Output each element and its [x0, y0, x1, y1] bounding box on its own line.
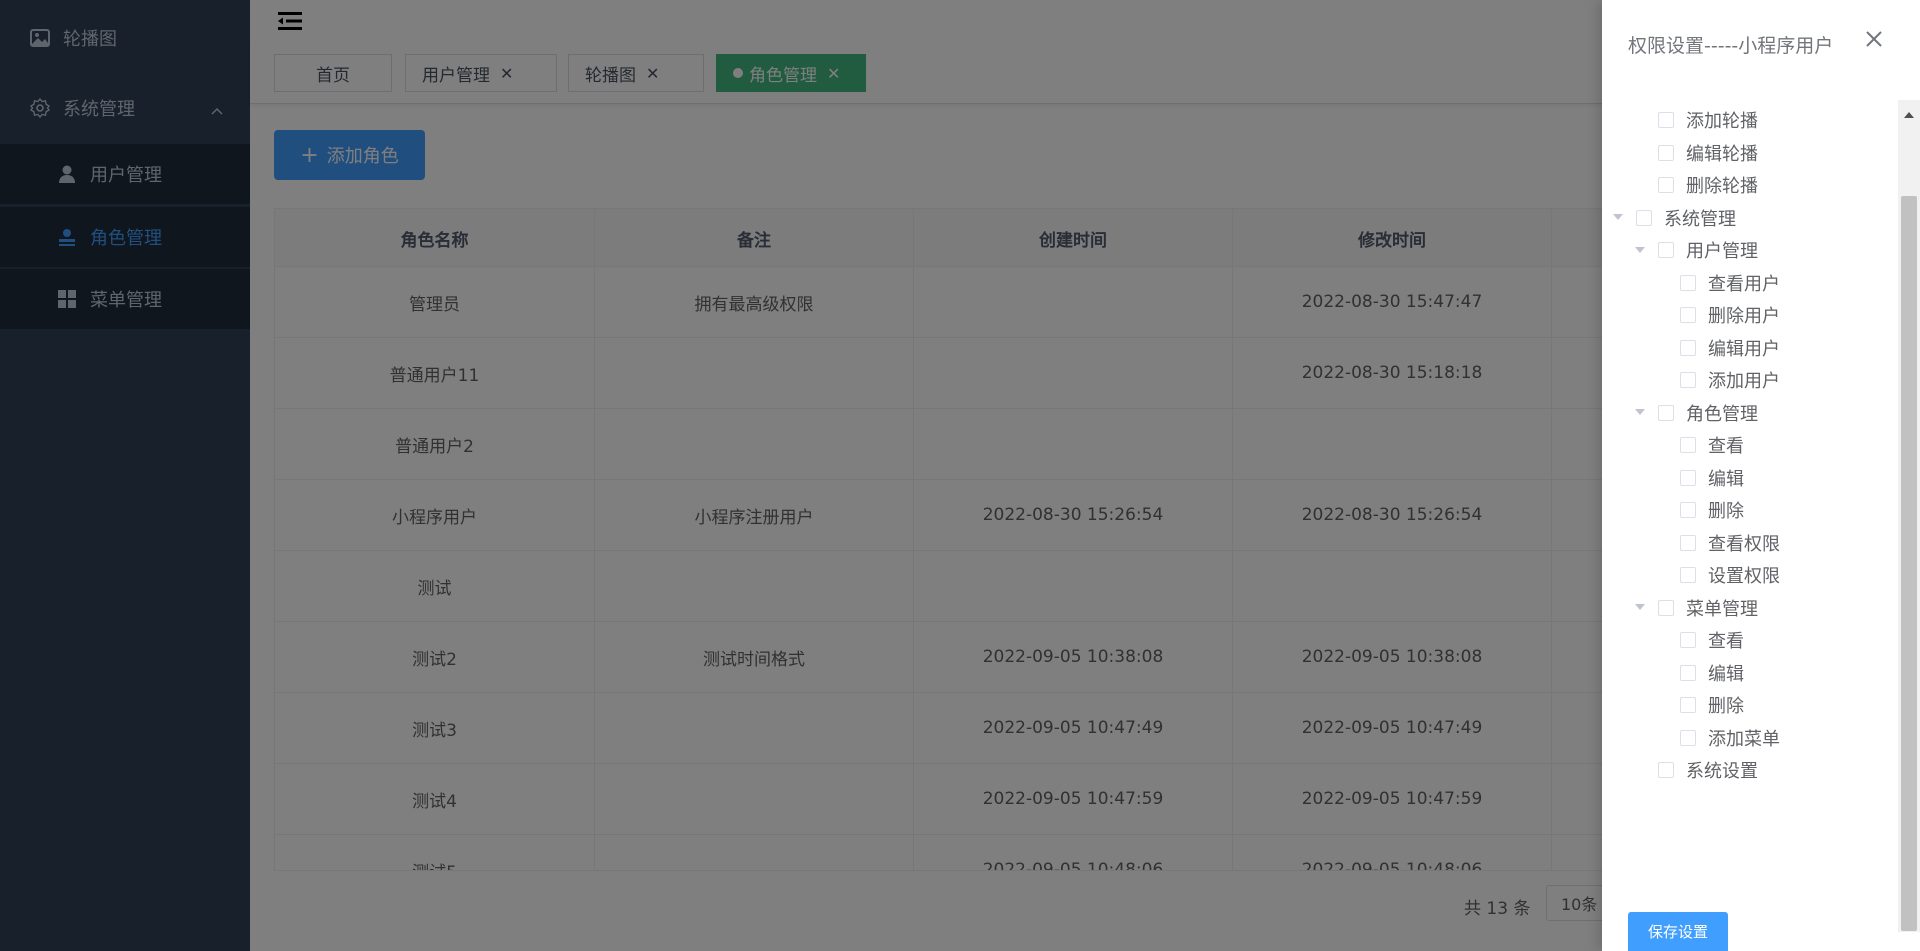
close-icon[interactable]: [1864, 29, 1888, 53]
tree-node-label: 编辑: [1708, 468, 1744, 490]
save-settings-label: 保存设置: [1647, 923, 1708, 941]
tree-node-label: 删除: [1708, 501, 1744, 522]
permission-checkbox[interactable]: [1658, 404, 1674, 421]
tree-node-label: 编辑用户: [1708, 338, 1780, 360]
permission-checkbox[interactable]: [1680, 664, 1696, 681]
tree-node-label: 设置权限: [1708, 566, 1780, 587]
permission-checkbox[interactable]: [1658, 762, 1674, 778]
permission-checkbox[interactable]: [1680, 697, 1696, 713]
tree-node[interactable]: 查看权限: [1656, 527, 1780, 559]
tree-node-label: 添加轮播: [1686, 111, 1758, 132]
caret-down-icon[interactable]: [1612, 212, 1624, 224]
tree-node-label: 删除: [1708, 696, 1744, 717]
tree-node[interactable]: 用户管理: [1634, 234, 1758, 266]
permission-checkbox[interactable]: [1680, 307, 1696, 323]
tree-node-label: 删除用户: [1708, 306, 1780, 327]
caret-down-icon[interactable]: [1634, 407, 1646, 419]
tree-node-label: 系统设置: [1686, 761, 1758, 782]
permission-checkbox[interactable]: [1680, 372, 1696, 388]
permission-tree: 添加轮播编辑轮播删除轮播系统管理用户管理查看用户删除用户编辑用户添加用户角色管理…: [1602, 100, 1898, 930]
tree-node-label: 删除轮播: [1686, 176, 1758, 197]
scroll-up-icon[interactable]: [1903, 104, 1915, 118]
permission-checkbox[interactable]: [1680, 437, 1696, 453]
tree-node[interactable]: 编辑: [1656, 462, 1744, 494]
tree-node-label: 查看权限: [1708, 533, 1780, 555]
tree-node[interactable]: 设置权限: [1656, 559, 1780, 591]
permission-checkbox[interactable]: [1636, 209, 1652, 226]
tree-node-label: 查看: [1708, 436, 1744, 457]
permission-checkbox[interactable]: [1680, 632, 1696, 648]
permission-checkbox[interactable]: [1658, 177, 1674, 193]
tree-node-label: 添加菜单: [1708, 728, 1780, 750]
tree-node[interactable]: 添加用户: [1656, 364, 1780, 396]
save-settings-button[interactable]: 保存设置: [1628, 912, 1728, 951]
drawer-mask[interactable]: [0, 0, 1602, 951]
tree-node-label: 系统管理: [1664, 208, 1736, 230]
tree-node[interactable]: 编辑用户: [1656, 332, 1780, 364]
permission-checkbox[interactable]: [1658, 242, 1674, 258]
tree-node[interactable]: 系统管理: [1612, 202, 1736, 234]
tree-node[interactable]: 删除: [1656, 689, 1744, 721]
caret-down-icon[interactable]: [1634, 602, 1646, 614]
permission-checkbox[interactable]: [1680, 567, 1696, 583]
permission-checkbox[interactable]: [1680, 534, 1696, 551]
tree-node-label: 用户管理: [1686, 241, 1758, 262]
tree-node[interactable]: 查看用户: [1656, 267, 1780, 299]
caret-down-icon[interactable]: [1634, 244, 1646, 256]
permission-checkbox[interactable]: [1658, 599, 1674, 616]
tree-node[interactable]: 添加菜单: [1656, 722, 1780, 754]
permission-checkbox[interactable]: [1680, 339, 1696, 356]
tree-node[interactable]: 查看: [1656, 624, 1744, 656]
tree-node[interactable]: 添加轮播: [1634, 104, 1758, 136]
tree-node-label: 编辑轮播: [1686, 143, 1758, 165]
permission-checkbox[interactable]: [1680, 502, 1696, 518]
tree-node-label: 菜单管理: [1686, 598, 1758, 620]
tree-node-label: 查看用户: [1708, 273, 1780, 295]
tree-node[interactable]: 编辑轮播: [1634, 137, 1758, 169]
tree-node[interactable]: 编辑: [1656, 657, 1744, 689]
scrollbar-thumb[interactable]: [1901, 196, 1917, 931]
permission-checkbox[interactable]: [1658, 144, 1674, 161]
permission-checkbox[interactable]: [1680, 469, 1696, 486]
tree-node[interactable]: 删除: [1656, 494, 1744, 526]
permission-checkbox[interactable]: [1658, 112, 1674, 128]
drawer-title: 权限设置-----小程序用户: [1628, 35, 1834, 57]
tree-node-label: 编辑: [1708, 663, 1744, 685]
tree-node-label: 角色管理: [1686, 403, 1758, 425]
tree-node[interactable]: 菜单管理: [1634, 592, 1758, 624]
tree-node[interactable]: 查看: [1656, 429, 1744, 461]
tree-node[interactable]: 删除用户: [1656, 299, 1780, 331]
permission-checkbox[interactable]: [1680, 274, 1696, 291]
tree-node[interactable]: 删除轮播: [1634, 169, 1758, 201]
tree-node-label: 添加用户: [1708, 371, 1780, 392]
tree-node-label: 查看: [1708, 631, 1744, 652]
tree-node[interactable]: 系统设置: [1634, 754, 1758, 786]
permission-checkbox[interactable]: [1680, 729, 1696, 746]
tree-node[interactable]: 角色管理: [1634, 397, 1758, 429]
permission-drawer: 权限设置-----小程序用户 添加轮播编辑轮播删除轮播系统管理用户管理查看用户删…: [1602, 0, 1920, 951]
